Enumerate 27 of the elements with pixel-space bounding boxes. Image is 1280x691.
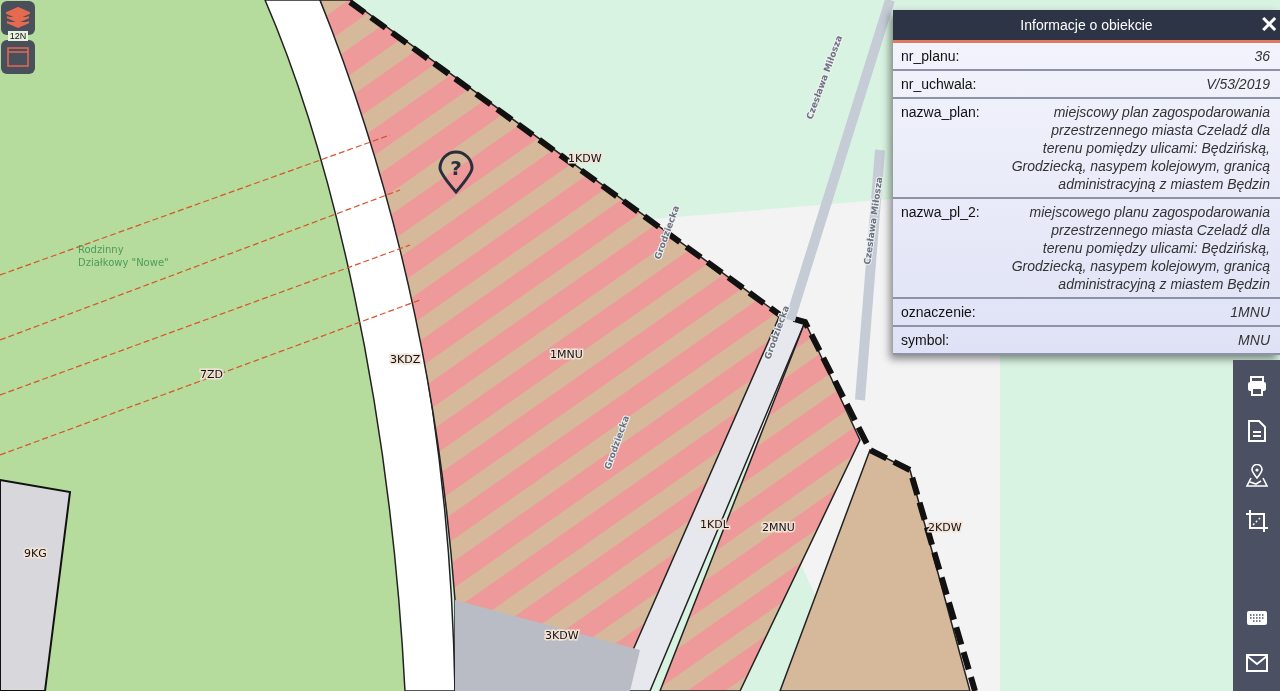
field-value: 36 bbox=[1254, 47, 1270, 65]
field-value: miejscowego planu zagospodarowania przestrzennego miasta Czeladź dla terenu pomiędzy ulicami: Będzińską, Grodziecką, nasypem kolejowym, granicą administracyjną z miastem Będzin bbox=[1010, 203, 1270, 293]
field-value: 1MNU bbox=[1230, 303, 1270, 321]
street-label: Czesława Miłosza bbox=[862, 176, 885, 266]
field-value: miejscowy plan zagospodarowania przestrzennego miasta Czeladź dla terenu pomiędzy ulicami: Będzińską, Grodziecką, nasypem kolejowym, granicą administracyjną z miastem Będzin bbox=[1010, 103, 1270, 193]
field-label: nr_uchwala: bbox=[901, 75, 977, 93]
field-value: MNU bbox=[1238, 331, 1270, 349]
help-pin-icon[interactable]: ? bbox=[438, 150, 474, 194]
field-label: nazwa_pl_2: bbox=[901, 203, 980, 222]
zone-label: 2MNU bbox=[762, 521, 795, 534]
zone-label: 2KDW bbox=[928, 521, 962, 534]
poi-label: Działkowy "Nowe" bbox=[78, 257, 169, 268]
zone-label: 1MNU bbox=[550, 348, 583, 361]
field-label: nazwa_plan: bbox=[901, 103, 980, 122]
zone-label: 3KDZ bbox=[390, 353, 421, 366]
field-label: oznaczenie: bbox=[901, 303, 976, 321]
poi-label: Rodzinny bbox=[78, 244, 124, 255]
field-value: V/53/2019 bbox=[1206, 75, 1270, 93]
panel-title: Informacje o obiekcie bbox=[1020, 17, 1153, 33]
zone-label: 9KG bbox=[24, 547, 47, 560]
layer-label: 12N bbox=[7, 31, 29, 41]
close-button[interactable]: ✕ bbox=[1258, 12, 1280, 38]
field-label: symbol: bbox=[901, 331, 950, 349]
field-label: nr_planu: bbox=[901, 47, 960, 65]
zone-label: 3KDW bbox=[545, 629, 579, 642]
zone-label: 1KDW bbox=[568, 152, 602, 165]
zone-label: 7ZD bbox=[200, 368, 223, 381]
